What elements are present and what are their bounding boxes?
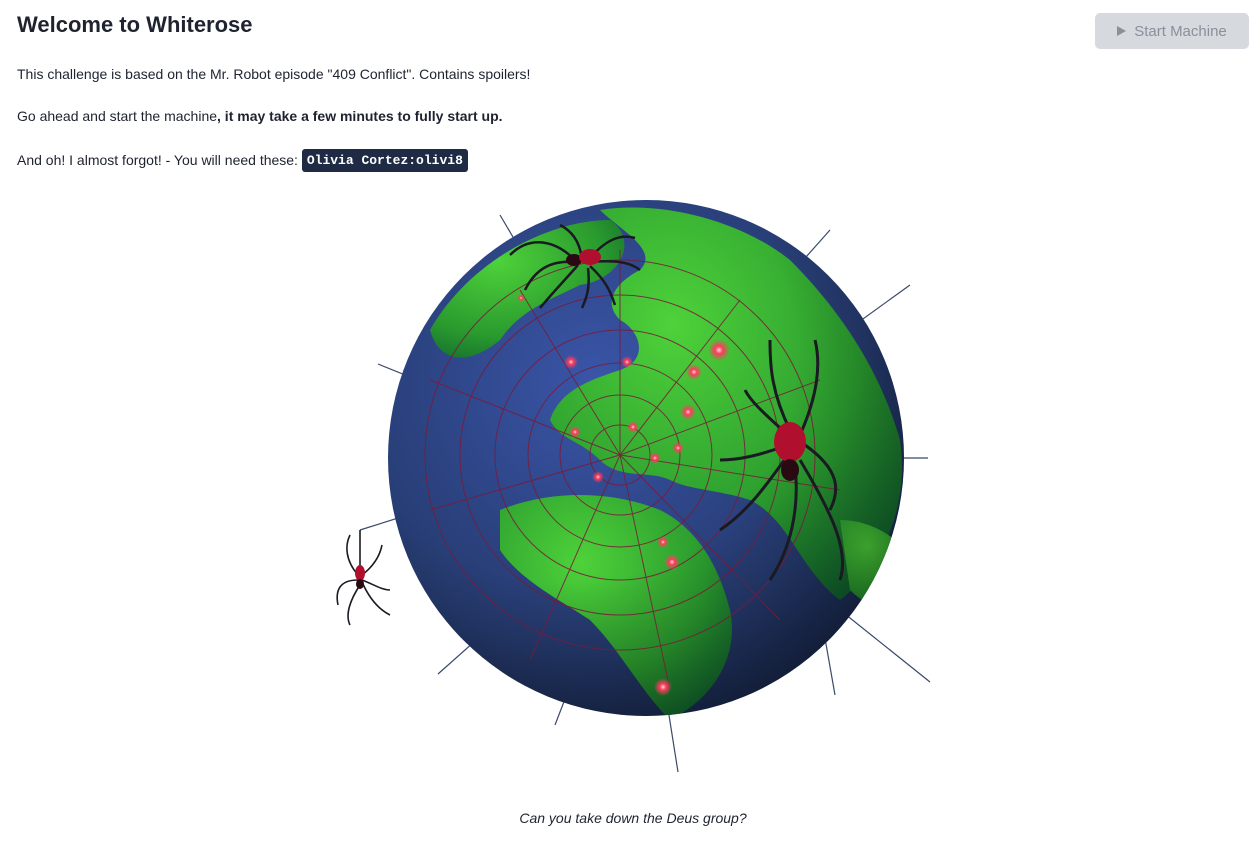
caption: Can you take down the Deus group? bbox=[519, 810, 747, 826]
credentials-line: And oh! I almost forgot! - You will need… bbox=[17, 149, 468, 173]
credentials-intro: And oh! I almost forgot! - You will need… bbox=[17, 152, 302, 169]
start-machine-label: Start Machine bbox=[1134, 22, 1227, 40]
intro-text: This challenge is based on the Mr. Robot… bbox=[17, 66, 531, 82]
start-note: , it may take a few minutes to fully sta… bbox=[217, 108, 503, 124]
spider-web-globe-illustration bbox=[336, 200, 931, 773]
page-title: Welcome to Whiterose bbox=[17, 12, 253, 37]
start-machine-button[interactable]: Start Machine bbox=[1095, 13, 1249, 49]
start-instructions: Go ahead and start the machine, it may t… bbox=[17, 108, 503, 124]
spider-left bbox=[336, 530, 391, 626]
credentials-code[interactable]: Olivia Cortez:olivi8 bbox=[301, 149, 468, 172]
play-icon bbox=[1117, 26, 1127, 36]
start-text: Go ahead and start the machine bbox=[17, 108, 218, 124]
